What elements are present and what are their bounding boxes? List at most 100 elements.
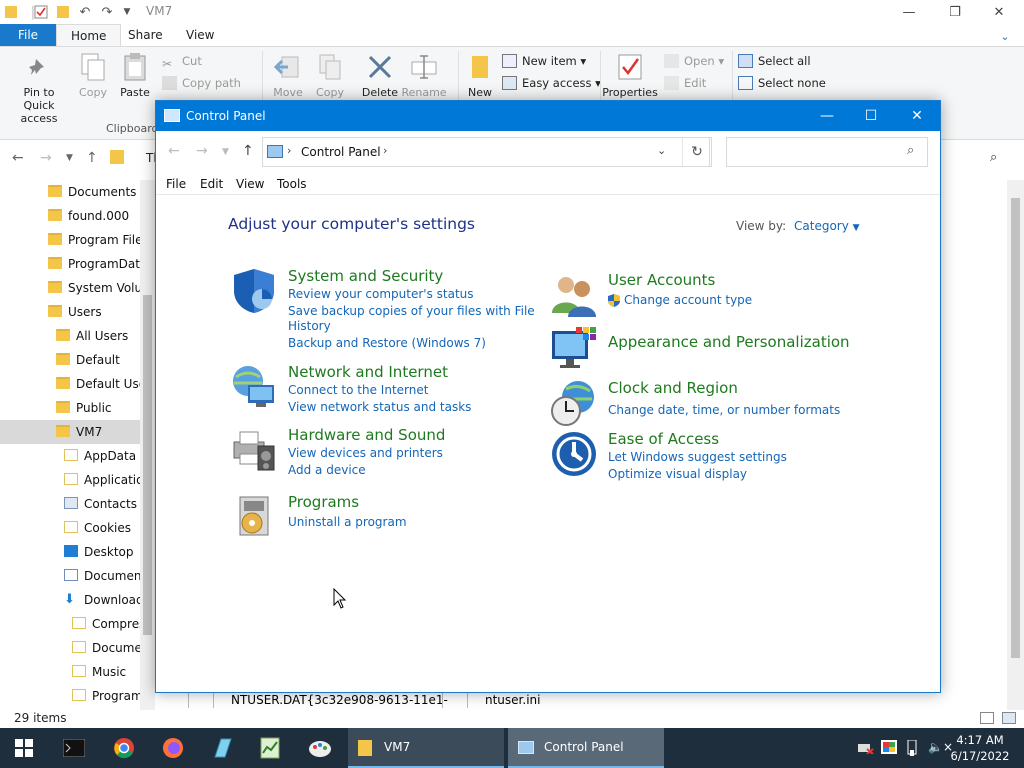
up-arrow-icon[interactable]: ↑ xyxy=(86,150,98,166)
minimize-icon[interactable]: — xyxy=(804,101,850,131)
minimize-icon[interactable]: — xyxy=(886,0,932,24)
close-icon[interactable]: ✕ xyxy=(976,0,1022,24)
tree-item[interactable]: ⬇ Download xyxy=(0,588,144,612)
tree-item[interactable]: Users xyxy=(0,300,140,324)
redo-icon[interactable]: ↷ xyxy=(98,3,116,21)
menu-tools[interactable]: Tools xyxy=(277,177,307,191)
rename-button[interactable]: Rename xyxy=(394,51,454,99)
chevron-down-icon[interactable]: ⌄ xyxy=(657,144,666,157)
tree-item[interactable]: found.000 xyxy=(0,204,140,228)
tree-item[interactable]: Desktop xyxy=(0,540,140,564)
properties-button[interactable]: Properties xyxy=(600,51,660,99)
link-devices-printers[interactable]: View devices and printers xyxy=(288,446,443,460)
forward-arrow-icon[interactable]: → xyxy=(40,150,52,166)
search-icon[interactable]: ⌕ xyxy=(990,150,997,165)
refresh-button[interactable]: ↻ xyxy=(682,137,712,167)
close-icon[interactable]: ✕ xyxy=(894,101,940,131)
tree-item[interactable]: Public xyxy=(0,396,140,420)
back-arrow-icon[interactable]: ← xyxy=(12,150,24,166)
tree-item[interactable]: All Users xyxy=(0,324,140,348)
restore-icon[interactable]: ❐ xyxy=(932,0,978,24)
tree-item[interactable]: Contacts xyxy=(0,492,140,516)
display-tray-icon[interactable] xyxy=(881,740,897,757)
file-list-scrollbar[interactable] xyxy=(1007,180,1024,710)
tree-item[interactable]: Compres xyxy=(0,612,145,636)
link-file-history[interactable]: Save backup copies of your files with Fi… xyxy=(288,304,535,318)
easy-access-button[interactable]: Easy access ▾ xyxy=(502,73,601,93)
large-icons-view-icon[interactable] xyxy=(1002,712,1016,724)
search-icon[interactable]: ⌕ xyxy=(907,143,914,158)
tree-item[interactable]: System Volun xyxy=(0,276,150,300)
network-tray-icon[interactable] xyxy=(858,740,874,757)
tree-scrollbar[interactable] xyxy=(140,180,155,710)
category-title[interactable]: Programs xyxy=(288,493,359,511)
file-ntuser-dat[interactable]: NTUSER.DAT{3c32e908-9613-11e1- xyxy=(231,693,448,707)
tree-item[interactable]: Applicatio xyxy=(0,468,143,492)
usb-tray-icon[interactable] xyxy=(906,739,918,759)
search-input[interactable] xyxy=(731,142,901,162)
tree-item[interactable]: Document xyxy=(0,564,146,588)
tab-file[interactable]: File xyxy=(0,24,56,46)
view-by-dropdown[interactable]: Category ▼ xyxy=(794,219,860,233)
category-title[interactable]: Network and Internet xyxy=(288,363,448,381)
tab-home[interactable]: Home xyxy=(56,24,122,46)
category-title[interactable]: User Accounts xyxy=(608,271,715,289)
recent-chevron-icon[interactable]: ▼ xyxy=(66,153,73,163)
menu-edit[interactable]: Edit xyxy=(200,177,223,191)
tree-item[interactable]: AppData xyxy=(0,444,140,468)
terminal-icon[interactable] xyxy=(54,732,94,764)
system-clock[interactable]: 4:17 AM 6/17/2022 xyxy=(948,732,1012,764)
tab-share[interactable]: Share xyxy=(114,24,177,46)
select-all-button[interactable]: Select all xyxy=(738,51,811,71)
firefox-icon[interactable] xyxy=(153,732,193,764)
select-none-button[interactable]: Select none xyxy=(738,73,826,93)
chrome-icon[interactable] xyxy=(104,732,144,764)
tree-item[interactable]: VM7 xyxy=(0,420,140,444)
details-view-icon[interactable] xyxy=(980,712,994,724)
search-box[interactable]: ⌕ xyxy=(726,137,928,167)
ribbon-expand-icon[interactable]: ⌄ xyxy=(990,24,1020,48)
tree-item[interactable]: Music xyxy=(0,660,140,684)
link-change-account-type[interactable]: Change account type xyxy=(608,293,752,307)
back-arrow-icon[interactable]: ← xyxy=(168,143,180,159)
undo-icon[interactable]: ↶ xyxy=(76,3,94,21)
tree-item[interactable]: Program Files xyxy=(0,228,149,252)
open-button[interactable]: Open ▾ xyxy=(664,51,724,71)
taskbar-task-control-panel[interactable]: Control Panel xyxy=(508,728,664,768)
tab-view[interactable]: View xyxy=(172,24,228,46)
category-title[interactable]: Hardware and Sound xyxy=(288,426,445,444)
chevron-right-icon[interactable]: › xyxy=(383,144,387,157)
new-folder-button[interactable]: New xyxy=(450,51,510,99)
menu-view[interactable]: View xyxy=(236,177,264,191)
link-connect-internet[interactable]: Connect to the Internet xyxy=(288,383,428,397)
link-change-date-time[interactable]: Change date, time, or number formats xyxy=(608,403,840,417)
task-manager-icon[interactable] xyxy=(250,732,290,764)
properties-qa-icon[interactable] xyxy=(32,3,50,21)
start-windows-icon[interactable] xyxy=(4,732,44,764)
new-item-button[interactable]: New item ▾ xyxy=(502,51,586,71)
link-add-device[interactable]: Add a device xyxy=(288,463,366,477)
file-scroll-thumb[interactable] xyxy=(1011,198,1020,658)
tree-item[interactable]: Docume xyxy=(0,636,142,660)
maximize-icon[interactable]: ☐ xyxy=(848,101,894,131)
link-windows-suggest[interactable]: Let Windows suggest settings xyxy=(608,450,787,464)
link-review-status[interactable]: Review your computer's status xyxy=(288,287,474,301)
address-text[interactable]: Control Panel xyxy=(301,145,381,159)
paste-button[interactable]: Paste xyxy=(108,51,162,99)
link-file-history-cont[interactable]: History xyxy=(288,319,331,333)
cut-button[interactable]: ✂ Cut xyxy=(162,51,202,71)
tree-item[interactable]: Documents a xyxy=(0,180,148,204)
link-backup-restore[interactable]: Backup and Restore (Windows 7) xyxy=(288,336,486,350)
category-title[interactable]: Clock and Region xyxy=(608,379,738,397)
tree-item[interactable]: Default User xyxy=(0,372,151,396)
category-title[interactable]: Ease of Access xyxy=(608,430,719,448)
tree-item[interactable]: Default xyxy=(0,348,140,372)
new-folder-qa-icon[interactable] xyxy=(54,3,72,21)
edit-button[interactable]: Edit xyxy=(664,73,706,93)
link-optimize-display[interactable]: Optimize visual display xyxy=(608,467,747,481)
tree-item[interactable]: Cookies xyxy=(0,516,140,540)
recent-chevron-icon[interactable]: ▼ xyxy=(222,147,229,157)
copy-path-button[interactable]: Copy path xyxy=(162,73,241,93)
link-network-status[interactable]: View network status and tasks xyxy=(288,400,471,414)
category-title[interactable]: Appearance and Personalization xyxy=(608,333,850,351)
